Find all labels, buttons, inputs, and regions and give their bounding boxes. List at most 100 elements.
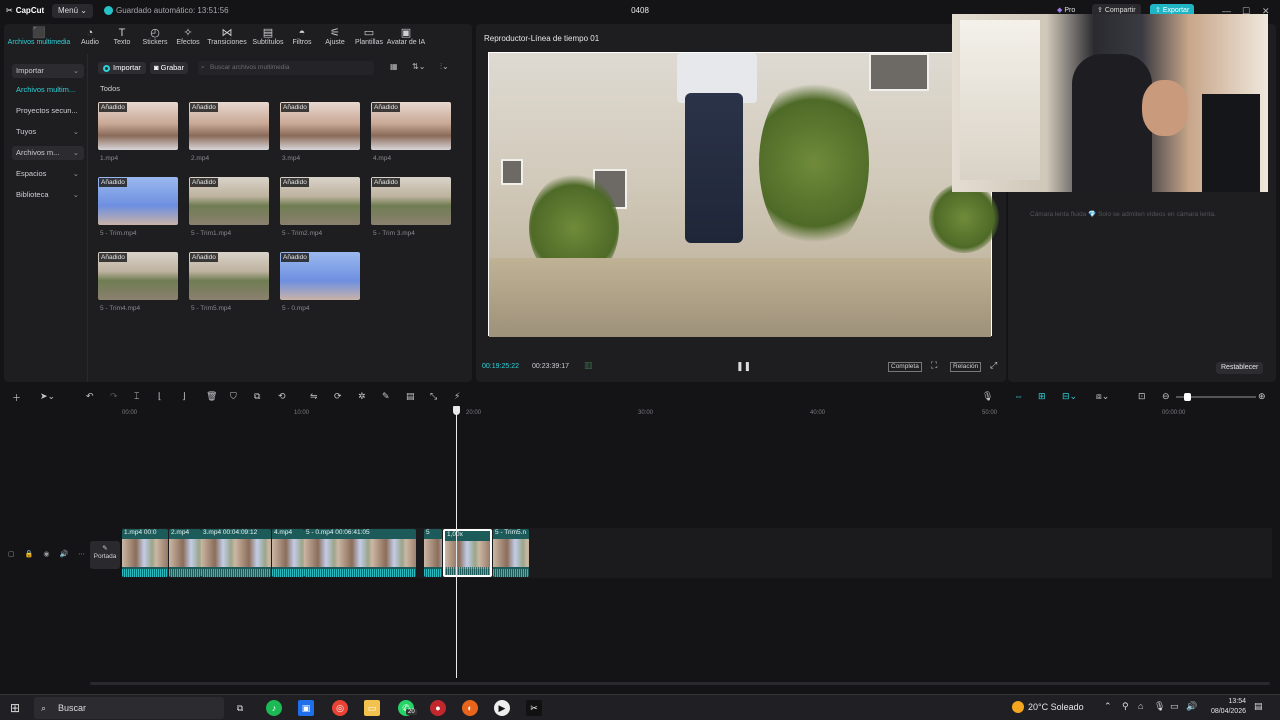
tab-filter[interactable]: ◓ Filtros: [286, 24, 318, 52]
media-thumbnail[interactable]: Añadido: [371, 177, 451, 225]
media-thumbnail[interactable]: Añadido: [189, 252, 269, 300]
record-button[interactable]: ◙ Grabar: [150, 62, 188, 74]
add-icon[interactable]: ＋: [12, 391, 21, 404]
taskbar-search[interactable]: ⌕ Buscar: [34, 697, 224, 719]
player-app-icon[interactable]: ▶: [494, 700, 510, 716]
timeline-clip[interactable]: 5 - 0.mp4 00:06:41:05: [304, 529, 416, 577]
media-thumbnail[interactable]: Añadido: [280, 252, 360, 300]
tab-avatar[interactable]: ▣ Avatar de IA: [386, 24, 426, 52]
delete-icon[interactable]: 🗑: [206, 391, 217, 402]
lock-icon[interactable]: 🔒: [25, 550, 34, 558]
sort-icon[interactable]: ⇅⌄: [412, 62, 425, 71]
tab-template[interactable]: ▭ Plantillas: [352, 24, 386, 52]
media-search-input[interactable]: ⌕ Buscar archivos multimedia: [198, 61, 374, 75]
playhead-handle[interactable]: [453, 406, 460, 415]
mic-tray-icon[interactable]: 🎙: [1154, 701, 1165, 712]
ratio-button[interactable]: Relación: [950, 362, 982, 372]
store-icon[interactable]: ▣: [298, 700, 314, 716]
trim-left-icon[interactable]: ⌊: [158, 391, 162, 402]
cover-button[interactable]: ✎ Portada: [90, 541, 120, 569]
tab-sticker[interactable]: ◴ Stickers: [138, 24, 172, 52]
sidebar-item-6[interactable]: Biblioteca ⌄: [12, 188, 84, 202]
fullscreen-icon[interactable]: ⤢: [990, 360, 997, 371]
tab-audio[interactable]: ◔ Audio: [74, 24, 106, 52]
media-app-icon[interactable]: ◐: [462, 700, 478, 716]
crop-icon[interactable]: ⧉: [254, 391, 260, 402]
spotify-icon[interactable]: ♪: [266, 700, 282, 716]
captions-icon[interactable]: ⊡: [1138, 391, 1146, 402]
full-quality-button[interactable]: Completa: [888, 362, 922, 372]
zoom-slider-handle[interactable]: [1184, 393, 1191, 401]
crop-icon[interactable]: ⛶: [931, 360, 937, 371]
timeline-clip[interactable]: 1.mp4 00:0: [122, 529, 168, 577]
scale-icon[interactable]: ⤡: [430, 391, 437, 402]
freeze-icon[interactable]: ✲: [358, 391, 366, 402]
sidebar-item-2[interactable]: Proyectos secun...: [12, 104, 84, 118]
snap-icon[interactable]: ⊟⌄: [1062, 391, 1077, 402]
timeline-clip[interactable]: 2.mp4: [169, 529, 201, 577]
notifications-icon[interactable]: ▤: [1254, 701, 1263, 712]
zoom-in-icon[interactable]: ⊕: [1258, 391, 1266, 402]
magic-icon[interactable]: ✎: [382, 391, 390, 402]
timeline-clip[interactable]: 4.mp4: [272, 529, 304, 577]
timeline-clip[interactable]: 5 - Trim5.n: [493, 529, 529, 577]
chevron-up-icon[interactable]: ⌃: [1104, 701, 1112, 712]
more-icon[interactable]: ⋯: [78, 550, 85, 558]
waveform-icon[interactable]: ▥: [584, 360, 593, 371]
link-icon[interactable]: ⇔: [1014, 391, 1023, 401]
timeline-clip[interactable]: 5: [424, 529, 442, 577]
monitor-icon[interactable]: ▭: [1170, 701, 1179, 712]
app-icon[interactable]: ●: [430, 700, 446, 716]
preview-axis-icon[interactable]: ⧈⌄: [1096, 391, 1109, 402]
import-button[interactable]: Importar: [98, 62, 146, 74]
grid-view-icon[interactable]: ▦: [390, 62, 398, 71]
system-clock[interactable]: 13:54 08/04/2026: [1198, 697, 1246, 717]
mic-icon[interactable]: 🎙: [982, 391, 993, 402]
media-thumbnail[interactable]: Añadido: [189, 102, 269, 150]
reset-button[interactable]: Restablecer: [1216, 362, 1264, 374]
zoom-slider[interactable]: [1176, 393, 1256, 401]
audio-icon[interactable]: 🔊: [59, 550, 68, 558]
timeline-clip[interactable]: 3.mp4 00:04:09:12: [201, 529, 271, 577]
media-thumbnail[interactable]: Añadido: [280, 177, 360, 225]
timeline-ruler[interactable]: 00:00 10:00 20:00 30:00 40:00 50:00 00:00:00: [90, 408, 1280, 420]
visibility-icon[interactable]: ◉: [43, 550, 49, 558]
volume-icon[interactable]: 🔊: [1186, 701, 1197, 712]
subtitle-icon[interactable]: ▤: [406, 391, 415, 402]
undo-icon[interactable]: ↶: [86, 391, 94, 402]
magnet-icon[interactable]: ⊞: [1038, 391, 1046, 402]
timeline-scrollbar[interactable]: [90, 682, 1270, 685]
sidebar-item-1[interactable]: Archivos multim...: [12, 83, 84, 97]
media-thumbnail[interactable]: Añadido: [280, 102, 360, 150]
marker-icon[interactable]: ⛉: [230, 391, 237, 402]
sidebar-item-5[interactable]: Espacios ⌄: [12, 167, 84, 181]
pause-icon[interactable]: ❚❚: [736, 361, 751, 372]
playhead[interactable]: [456, 408, 457, 678]
sidebar-item-3[interactable]: Tuyos ⌄: [12, 125, 84, 139]
tab-media[interactable]: ⬛ Archivos multimedia: [4, 24, 74, 52]
split-icon[interactable]: ⌶: [134, 391, 139, 402]
network-icon[interactable]: ⌂: [1138, 701, 1143, 711]
windows-start-icon[interactable]: ⊞: [10, 701, 20, 715]
filter-icon[interactable]: ⫶⌄: [440, 62, 449, 72]
media-thumbnail[interactable]: Añadido: [98, 177, 178, 225]
media-thumbnail[interactable]: Añadido: [371, 102, 451, 150]
reverse-icon[interactable]: ⟲: [278, 391, 286, 402]
sidebar-item-4[interactable]: Archivos m... ⌄: [12, 146, 84, 160]
chrome-icon[interactable]: ◎: [332, 700, 348, 716]
cursor-icon[interactable]: ➤⌄: [40, 391, 55, 402]
timeline-clip[interactable]: 1,00x: [443, 529, 492, 577]
capcut-taskbar-icon[interactable]: ✂: [526, 700, 542, 716]
sidebar-item-0[interactable]: Importar ⌄: [12, 64, 84, 78]
media-thumbnail[interactable]: Añadido: [98, 252, 178, 300]
mirror-icon[interactable]: ⇋: [310, 391, 318, 402]
redo-icon[interactable]: ↷: [110, 391, 118, 402]
tab-adjust[interactable]: ⚟ Ajuste: [318, 24, 352, 52]
tab-effects[interactable]: ✧ Efectos: [172, 24, 204, 52]
rotate-icon[interactable]: ⟳: [334, 391, 342, 402]
trim-right-icon[interactable]: ⌋: [182, 391, 186, 402]
media-thumbnail[interactable]: Añadido: [98, 102, 178, 150]
usb-icon[interactable]: ⚲: [1122, 701, 1129, 712]
speed-icon[interactable]: ⚡: [454, 391, 460, 402]
tab-transition[interactable]: ⋈ Transiciones: [204, 24, 250, 52]
